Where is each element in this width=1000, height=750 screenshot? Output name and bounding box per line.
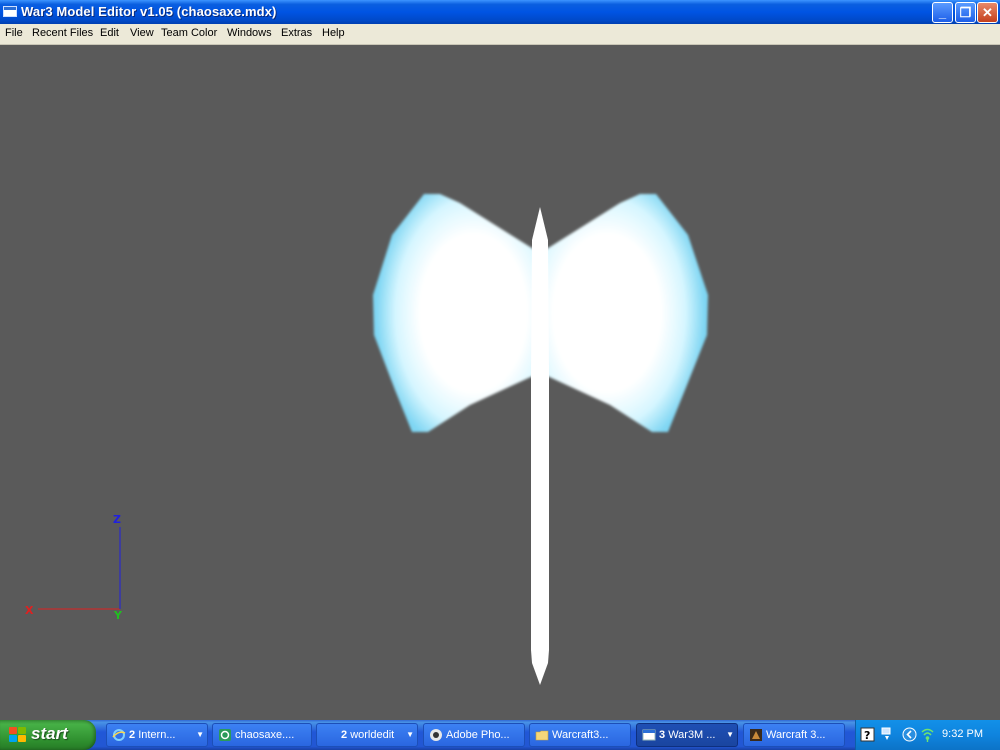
menu-bar: File Recent Files Edit View Team Color W… — [0, 24, 1000, 45]
axe-right-blade — [545, 194, 708, 432]
svg-text:?: ? — [864, 729, 870, 742]
taskbar-item-war3m[interactable]: 3 War3M ... ▼ — [636, 723, 738, 747]
axis-gizmo: X Z Y — [25, 513, 123, 622]
axe-top-spike — [531, 207, 549, 375]
taskbar-item-label: Adobe Pho... — [446, 729, 510, 741]
menu-team-color[interactable]: Team Color — [161, 27, 217, 39]
app-window-icon[interactable] — [3, 6, 17, 17]
taskbar-item-count: 2 — [129, 729, 136, 741]
taskbar-item-warcraft3-folder[interactable]: Warcraft3... — [529, 723, 631, 747]
wireless-icon[interactable] — [920, 727, 935, 742]
taskbar-item-worldedit[interactable]: 2 worldedit ▼ — [316, 723, 418, 747]
chevron-down-icon: ▼ — [726, 730, 734, 739]
minimize-button[interactable]: _ — [932, 2, 953, 23]
app-icon — [219, 729, 231, 741]
menu-edit[interactable]: Edit — [100, 27, 119, 39]
maximize-button[interactable]: ❐ — [955, 2, 976, 23]
network-icon[interactable] — [880, 727, 895, 742]
folder-icon — [535, 730, 549, 741]
taskbar-item-label: worldedit — [350, 729, 395, 741]
close-button[interactable]: ✕ — [977, 2, 998, 23]
internet-explorer-icon — [112, 729, 126, 741]
taskbar-item-photoshop[interactable]: Adobe Pho... — [423, 723, 525, 747]
y-axis-label: Y — [113, 609, 123, 622]
taskbar-item-label: War3M ... — [668, 729, 716, 741]
model-render: X Z Y — [25, 194, 708, 685]
menu-file[interactable]: File — [5, 27, 23, 39]
clock[interactable]: 9:32 PM — [942, 728, 983, 740]
taskbar-item-count: 2 — [341, 729, 348, 741]
help-icon[interactable]: ? — [860, 727, 875, 742]
menu-view[interactable]: View — [130, 27, 154, 39]
chevron-down-icon: ▼ — [406, 730, 414, 739]
taskbar-item-internet-explorer[interactable]: 2 Intern... ▼ — [106, 723, 208, 747]
start-button[interactable]: start — [0, 720, 96, 750]
taskbar-item-warcraft3[interactable]: Warcraft 3... — [743, 723, 845, 747]
menu-windows[interactable]: Windows — [227, 27, 272, 39]
taskbar-item-label: Intern... — [138, 729, 176, 741]
model-viewport[interactable]: X Z Y — [0, 45, 1000, 720]
taskbar-item-label: Warcraft 3... — [766, 729, 826, 741]
title-bar[interactable]: War3 Model Editor v1.05 (chaosaxe.mdx) _… — [0, 0, 1000, 24]
menu-help[interactable]: Help — [322, 27, 345, 39]
window-icon — [642, 729, 656, 741]
chevron-down-icon: ▼ — [196, 730, 204, 739]
menu-extras[interactable]: Extras — [281, 27, 312, 39]
warcraft-icon — [750, 729, 762, 741]
z-axis-label: Z — [113, 513, 121, 526]
axe-left-blade — [373, 194, 535, 432]
system-tray: ? 9:32 PM — [855, 720, 1000, 750]
axe-handle — [531, 375, 549, 685]
taskbar-item-label: chaosaxe.... — [235, 729, 295, 741]
menu-recent-files[interactable]: Recent Files — [32, 27, 93, 39]
photoshop-icon — [430, 729, 442, 741]
taskbar-item-label: Warcraft3... — [552, 729, 609, 741]
windows-logo-icon — [9, 727, 27, 743]
start-label: start — [31, 724, 68, 743]
show-hidden-icons-icon[interactable] — [902, 727, 917, 742]
taskbar-item-chaosaxe[interactable]: chaosaxe.... — [212, 723, 312, 747]
taskbar-item-count: 3 — [659, 729, 666, 741]
window-title: War3 Model Editor v1.05 (chaosaxe.mdx) — [21, 4, 277, 19]
taskbar: start 2 Intern... ▼ chaosaxe.... 2 world… — [0, 720, 1000, 750]
x-axis-label: X — [25, 604, 34, 617]
